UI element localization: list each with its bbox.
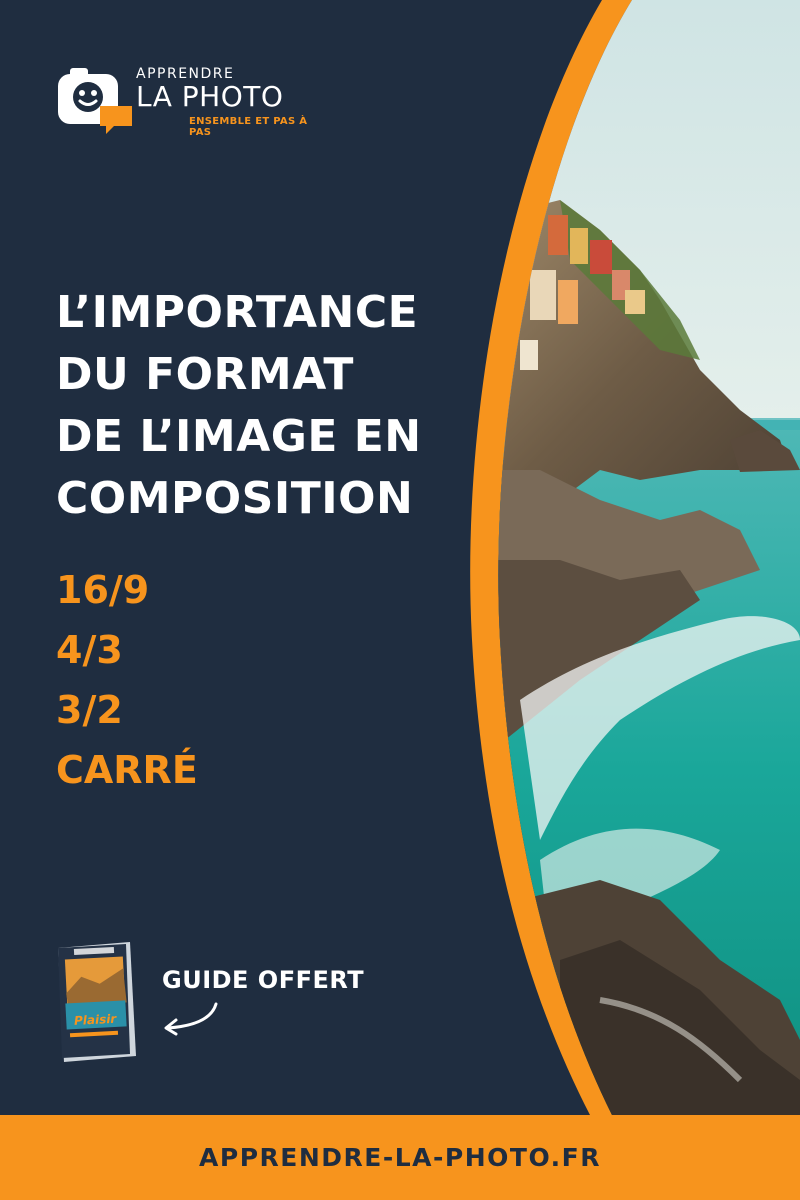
brand-logo[interactable]: APPRENDRE LA PHOTO ENSEMBLE ET PAS À PAS: [56, 66, 326, 138]
format-item: 16/9: [56, 568, 150, 612]
title-line: DE L’IMAGE EN: [56, 411, 422, 462]
logo-tagline: ENSEMBLE ET PAS À PAS: [189, 116, 308, 138]
curved-arrow-icon: [164, 1002, 218, 1036]
website-link[interactable]: APPRENDRE-LA-PHOTO.FR: [199, 1143, 601, 1172]
title-line: DU FORMAT: [56, 349, 354, 400]
free-guide-label[interactable]: GUIDE OFFERT: [162, 966, 364, 994]
guide-book-cover[interactable]: Plaisir: [52, 940, 142, 1064]
format-item: 4/3: [56, 628, 123, 672]
pin-graphic: APPRENDRE LA PHOTO ENSEMBLE ET PAS À PAS…: [0, 0, 800, 1200]
logo-line2: LA PHOTO: [136, 80, 284, 113]
footer-bar: APPRENDRE-LA-PHOTO.FR: [0, 1115, 800, 1200]
format-item: 3/2: [56, 688, 123, 732]
book-title: Plaisir: [74, 1012, 118, 1028]
format-item: CARRÉ: [56, 748, 198, 792]
title-line: COMPOSITION: [56, 473, 414, 524]
article-title: L’IMPORTANCE DU FORMAT DE L’IMAGE EN COM…: [56, 282, 496, 530]
format-list: 16/9 4/3 3/2 CARRÉ: [56, 560, 198, 800]
camera-chat-icon: [58, 68, 132, 134]
title-line: L’IMPORTANCE: [56, 287, 419, 338]
